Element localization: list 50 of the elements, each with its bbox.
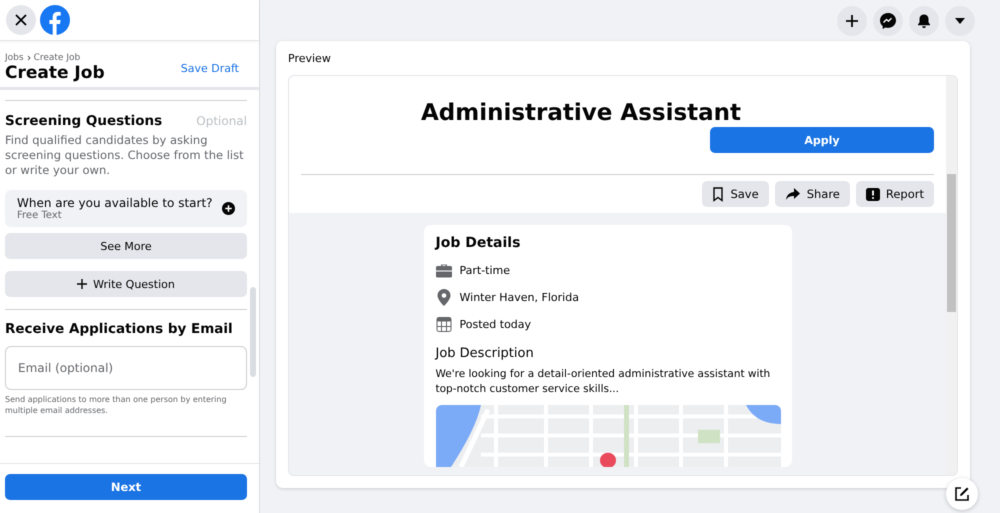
optional-label: Optional bbox=[196, 114, 247, 128]
compose-button[interactable] bbox=[946, 478, 978, 510]
section-title: Receive Applications by Email bbox=[5, 321, 234, 337]
add-icon[interactable] bbox=[222, 202, 235, 215]
chevron-icon bbox=[26, 55, 32, 61]
breadcrumb-link[interactable]: Create Job bbox=[34, 53, 80, 63]
page-title: Create Job bbox=[5, 63, 105, 83]
section-description: Find qualified candidates by asking screening questions. Choose from the list or write your own. bbox=[5, 133, 245, 178]
logo-icon[interactable] bbox=[40, 5, 70, 35]
breadcrumb-link[interactable]: Jobs bbox=[5, 53, 24, 63]
share-icon bbox=[784, 187, 801, 201]
detail-text: Winter Haven, Florida bbox=[460, 291, 579, 304]
report-button[interactable]: Report bbox=[856, 181, 934, 207]
preview-label: Preview bbox=[288, 51, 332, 67]
bell-icon bbox=[916, 12, 932, 28]
help-text: Send applications to more than one person by entering multiple email addresses. bbox=[5, 394, 228, 416]
question-type: Free Text bbox=[17, 210, 63, 221]
description-title: Job Description bbox=[436, 346, 535, 361]
calendar-icon bbox=[436, 317, 452, 332]
detail-text: Posted today bbox=[460, 318, 532, 331]
bookmark-icon bbox=[712, 186, 724, 202]
close-icon bbox=[13, 12, 29, 28]
create-button[interactable] bbox=[837, 6, 867, 36]
close-button[interactable] bbox=[6, 5, 36, 35]
account-menu-button[interactable] bbox=[945, 6, 975, 36]
caret-icon bbox=[954, 16, 966, 24]
job-description: We're looking for a detail-oriented administrative assistant with top-notch customer service skills... bbox=[436, 367, 772, 397]
edit-icon bbox=[954, 486, 970, 502]
plus-icon bbox=[77, 279, 88, 289]
save-button[interactable]: Save bbox=[702, 181, 769, 207]
messenger-button[interactable] bbox=[873, 6, 903, 36]
messenger-icon bbox=[879, 12, 897, 30]
next-button[interactable]: Next bbox=[5, 474, 247, 500]
email-field[interactable]: Email (optional) bbox=[5, 346, 247, 390]
alert-icon bbox=[866, 188, 880, 200]
save-draft-link[interactable]: Save Draft bbox=[180, 62, 239, 74]
detail-text: Part-time bbox=[460, 264, 510, 277]
plus-icon bbox=[845, 14, 859, 28]
section-title: Screening Questions bbox=[5, 113, 162, 129]
share-button[interactable]: Share bbox=[774, 181, 850, 207]
question-item[interactable]: When are you available to start? Free Text bbox=[5, 190, 247, 227]
details-title: Job Details bbox=[436, 235, 522, 251]
location-pin-icon bbox=[436, 289, 452, 306]
question-text: When are you available to start? bbox=[17, 196, 213, 210]
briefcase-icon bbox=[436, 263, 452, 278]
job-title: Administrative Assistant bbox=[421, 100, 742, 126]
apply-button[interactable]: Apply bbox=[710, 127, 934, 153]
write-question-button[interactable]: Write Question bbox=[5, 271, 247, 297]
notifications-button[interactable] bbox=[909, 6, 939, 36]
see-more-button[interactable]: See More bbox=[5, 233, 247, 259]
